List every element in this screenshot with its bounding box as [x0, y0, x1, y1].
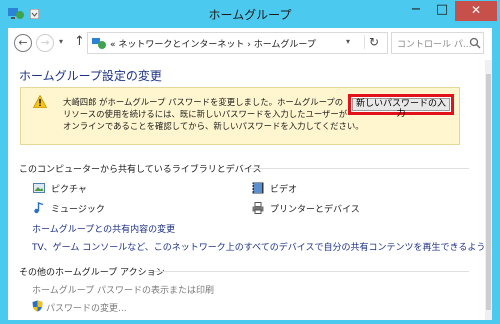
printer-icon [252, 202, 264, 214]
vertical-scrollbar[interactable] [485, 60, 492, 320]
warning-icon [33, 95, 47, 108]
library-item-music: ミュージック [33, 201, 153, 215]
pictures-icon [33, 183, 45, 193]
search-box[interactable]: コントロール パ... [391, 32, 484, 54]
address-bar[interactable]: « ネットワークとインターネット › ホームグループ ▾ ↻ [87, 32, 388, 54]
notice-line: オンラインであることを確認してから、新しいパスワードを入力してください。 [63, 121, 364, 131]
forward-button[interactable]: → [36, 34, 54, 52]
library-item-printers: プリンターとデバイス [252, 201, 392, 215]
up-button[interactable]: ↑ [74, 34, 85, 49]
library-label: ミュージック [51, 205, 105, 215]
notice-line: 大崎四郎 がホームグループ パスワードを変更しました。ホームグループの [63, 97, 344, 107]
allow-streaming-link[interactable]: TV、ゲーム コンソールなど、このネットワーク上のすべてのデバイスで自分の共有コ… [32, 240, 492, 253]
library-item-pictures: ピクチャ [33, 181, 153, 195]
navigation-bar: ← → ▾ ↑ « ネットワークとインターネット › ホームグループ ▾ ↻ コ… [8, 28, 492, 60]
recent-locations-button[interactable]: ▾ [59, 37, 63, 46]
back-button[interactable]: ← [14, 34, 32, 52]
search-icon[interactable] [469, 37, 481, 49]
library-item-videos: ビデオ [252, 181, 372, 195]
page-title: ホームグループ設定の変更 [19, 69, 162, 83]
other-actions-heading: その他のホームグループ アクション [19, 268, 165, 278]
close-button[interactable]: ✕ [455, 1, 497, 21]
password-changed-notice: 大崎四郎 がホームグループ パスワードを変更しました。ホームグループの リソース… [20, 87, 460, 145]
highlight-frame: 新しいパスワードの入力 [348, 94, 454, 119]
section-divider [250, 168, 469, 169]
notice-line: リソースの使用を続けるには、既に新しいパスワードを入力したユーザーが [63, 109, 348, 119]
shared-section-heading: このコンピューターから共有しているライブラリとデバイス [19, 165, 262, 175]
client-area: ← → ▾ ↑ « ネットワークとインターネット › ホームグループ ▾ ↻ コ… [8, 28, 492, 320]
library-label: ビデオ [270, 185, 298, 195]
main-content: ホームグループ設定の変更 大崎四郎 がホームグループ パスワードを変更しました。… [8, 60, 492, 320]
music-icon [34, 202, 44, 214]
network-icon [92, 38, 106, 49]
change-password-link[interactable]: パスワードの変更... [46, 301, 127, 314]
refresh-button[interactable]: ↻ [364, 35, 383, 49]
admin-shield-icon [32, 300, 43, 312]
change-shared-items-link[interactable]: ホームグループとの共有内容の変更 [32, 222, 175, 235]
window: ホームグループ − □ ✕ ← → ▾ ↑ « ネットワークとインターネット ›… [0, 0, 500, 324]
view-print-password-link[interactable]: ホームグループ パスワードの表示または印刷 [32, 283, 214, 296]
scrollbar-thumb[interactable] [486, 74, 491, 310]
notice-text: 大崎四郎 がホームグループ パスワードを変更しました。ホームグループの リソース… [63, 96, 364, 132]
enter-new-password-button[interactable]: 新しいパスワードの入力 [352, 98, 450, 119]
maximize-button[interactable]: □ [429, 1, 455, 21]
title-bar: ホームグループ − □ ✕ [0, 0, 500, 28]
videos-icon [252, 182, 264, 194]
search-placeholder: コントロール パ... [397, 40, 472, 50]
library-label: ピクチャ [51, 185, 87, 195]
address-dropdown-button[interactable]: ▾ [346, 37, 350, 46]
section-divider [154, 271, 469, 272]
address-path[interactable]: « ネットワークとインターネット › ホームグループ [110, 37, 316, 50]
minimize-button[interactable]: − [403, 1, 429, 21]
library-label: プリンターとデバイス [270, 205, 360, 215]
